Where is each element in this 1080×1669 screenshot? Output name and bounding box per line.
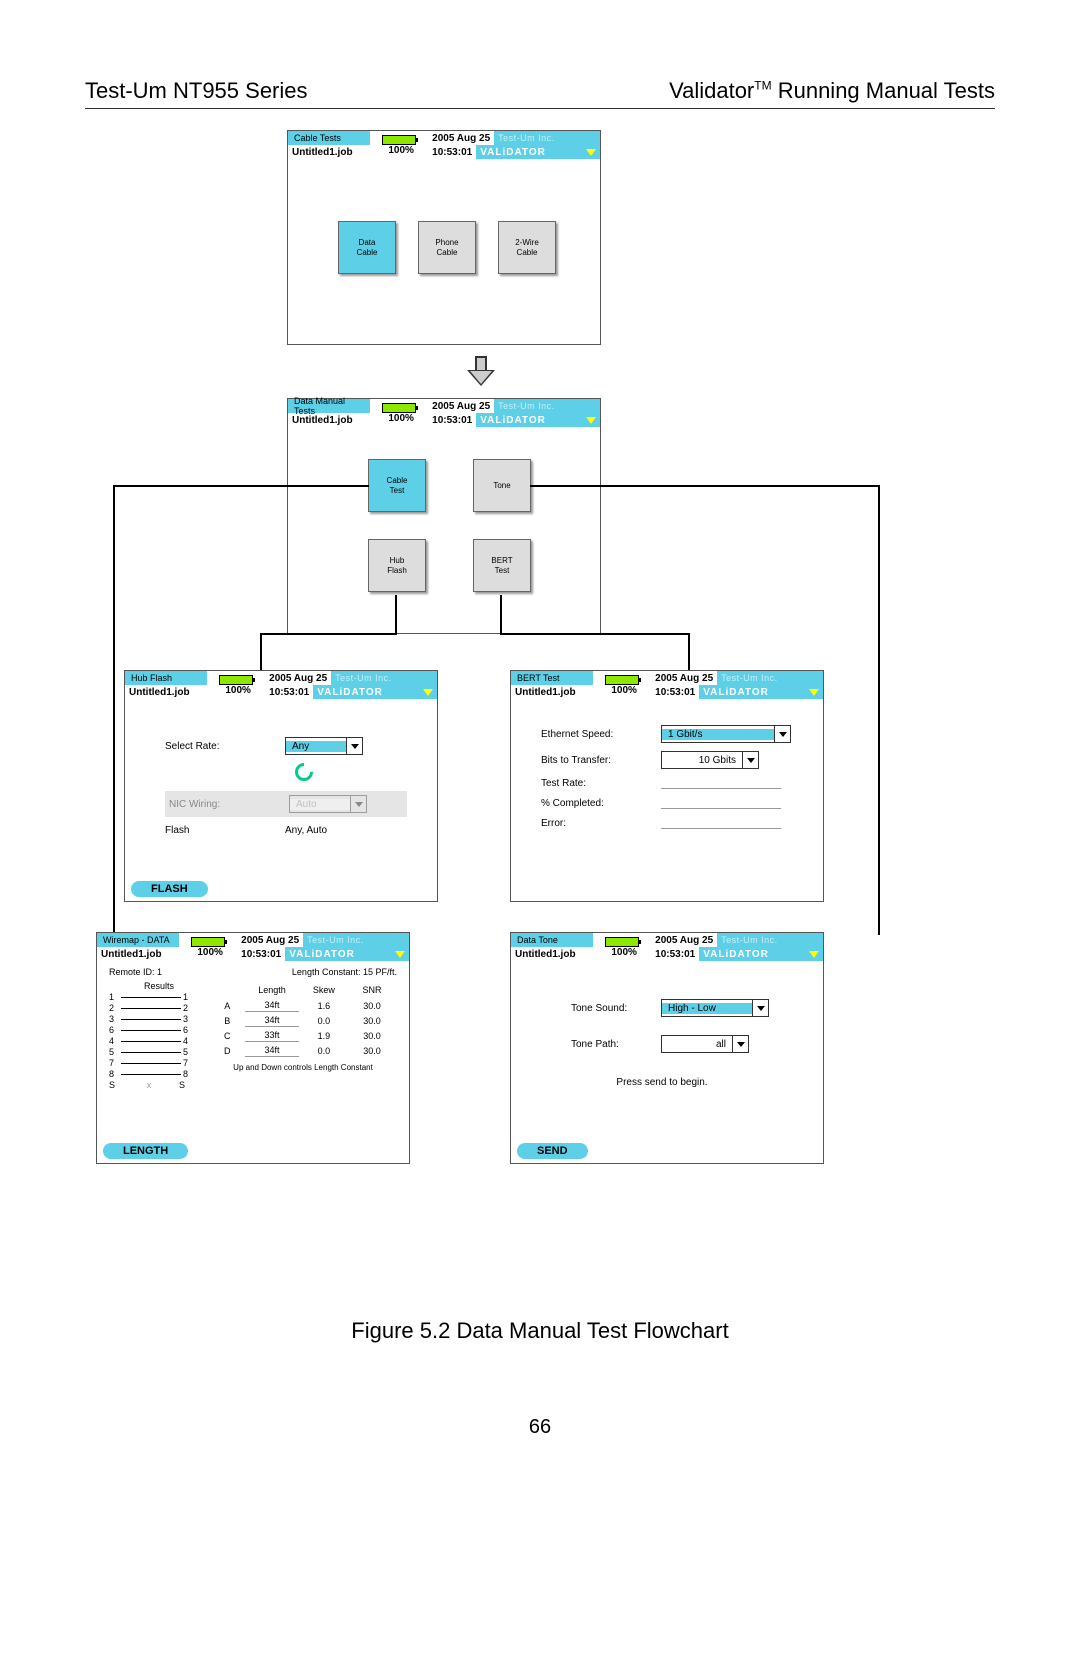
error-value: [661, 817, 781, 829]
dropdown-icon[interactable]: [586, 417, 596, 424]
page-number: 66: [0, 1416, 1080, 1439]
spinner-icon: [291, 759, 316, 784]
select-rate-dropdown[interactable]: Any: [285, 737, 363, 755]
dropdown-icon[interactable]: [586, 149, 596, 156]
tile-hub-flash[interactable]: Hub Flash: [368, 539, 426, 592]
tone-path-dropdown[interactable]: all: [661, 1035, 749, 1053]
col-results: Results: [109, 981, 209, 991]
titlebar: Hub Flash Untitled1.job 100% 2005 Aug 25…: [125, 671, 437, 699]
tile-2wire-cable[interactable]: 2-Wire Cable: [498, 221, 556, 274]
length-constant-label: Length Constant: 15 PF/ft.: [292, 967, 397, 977]
battery-icon: [382, 403, 416, 413]
tile-bert-test[interactable]: BERT Test: [473, 539, 531, 592]
battery-icon: [382, 135, 416, 145]
error-label: Error:: [541, 818, 661, 829]
tile-cable-test[interactable]: Cable Test: [368, 459, 426, 512]
job-name: Untitled1.job: [288, 147, 353, 158]
tile-tone[interactable]: Tone: [473, 459, 531, 512]
ethernet-speed-label: Ethernet Speed:: [541, 729, 661, 740]
select-rate-label: Select Rate:: [165, 741, 285, 752]
tone-sound-label: Tone Sound:: [571, 1003, 661, 1014]
chevron-down-icon: [351, 744, 359, 749]
screen-title: Cable Tests: [294, 133, 341, 143]
bits-transfer-dropdown[interactable]: 10 Gbits: [661, 751, 759, 769]
send-button[interactable]: SEND: [517, 1143, 588, 1159]
screen-title: Wiremap - DATA: [103, 935, 170, 945]
wiremap-note: Up and Down controls Length Constant: [209, 1063, 397, 1072]
page-header: Test-Um NT955 Series ValidatorTM Running…: [85, 78, 995, 109]
flash-button[interactable]: FLASH: [131, 881, 208, 897]
time-text: 10:53:01: [432, 147, 472, 158]
remote-id-label: Remote ID: 1: [109, 967, 162, 977]
screen-title: Hub Flash: [131, 673, 172, 683]
screen-title: Data Tone: [517, 935, 558, 945]
ethernet-speed-dropdown[interactable]: 1 Gbit/s: [661, 725, 791, 743]
test-rate-value: [661, 777, 781, 789]
titlebar: Wiremap - DATA Untitled1.job 100% 2005 A…: [97, 933, 409, 961]
flowchart-arrow: [465, 356, 497, 388]
wiremap-table: Length Skew SNR A34ft1.630.0B34ft0.030.0…: [209, 981, 397, 1059]
screen-cable-tests: Cable Tests Untitled1.job 100% 2005 Aug …: [287, 130, 601, 345]
titlebar: BERT Test Untitled1.job 100% 2005 Aug 25…: [511, 671, 823, 699]
screen-bert-test: BERT Test Untitled1.job 100% 2005 Aug 25…: [510, 670, 824, 902]
nic-wiring-label: NIC Wiring:: [169, 799, 289, 810]
titlebar: Cable Tests Untitled1.job 100% 2005 Aug …: [288, 131, 600, 159]
screen-title: BERT Test: [517, 673, 560, 683]
figure-caption: Figure 5.2 Data Manual Test Flowchart: [0, 1318, 1080, 1344]
test-rate-label: Test Rate:: [541, 778, 661, 789]
screen-hub-flash: Hub Flash Untitled1.job 100% 2005 Aug 25…: [124, 670, 438, 902]
pct-completed-value: [661, 797, 781, 809]
tile-phone-cable[interactable]: Phone Cable: [418, 221, 476, 274]
screen-data-tone: Data Tone Untitled1.job 100% 2005 Aug 25…: [510, 932, 824, 1164]
screen-wiremap-data: Wiremap - DATA Untitled1.job 100% 2005 A…: [96, 932, 410, 1164]
tone-path-label: Tone Path:: [571, 1039, 661, 1050]
screen-data-manual-tests: Data Manual Tests Untitled1.job 100% 200…: [287, 398, 601, 634]
tone-sound-dropdown[interactable]: High - Low: [661, 999, 769, 1017]
header-right: ValidatorTM Running Manual Tests: [669, 78, 995, 104]
tile-data-cable[interactable]: Data Cable: [338, 221, 396, 274]
titlebar: Data Tone Untitled1.job 100% 2005 Aug 25…: [511, 933, 823, 961]
bits-transfer-label: Bits to Transfer:: [541, 755, 661, 766]
flash-label: Flash: [165, 825, 285, 836]
battery-pct: 100%: [388, 145, 414, 156]
length-button[interactable]: LENGTH: [103, 1143, 188, 1159]
header-left: Test-Um NT955 Series: [85, 78, 308, 104]
pct-completed-label: % Completed:: [541, 798, 661, 809]
titlebar: Data Manual Tests Untitled1.job 100% 200…: [288, 399, 600, 427]
date-text: 2005 Aug 25: [432, 133, 490, 144]
flash-value: Any, Auto: [285, 825, 327, 836]
tone-message: Press send to begin.: [531, 1077, 793, 1088]
nic-wiring-dropdown: Auto: [289, 795, 367, 813]
